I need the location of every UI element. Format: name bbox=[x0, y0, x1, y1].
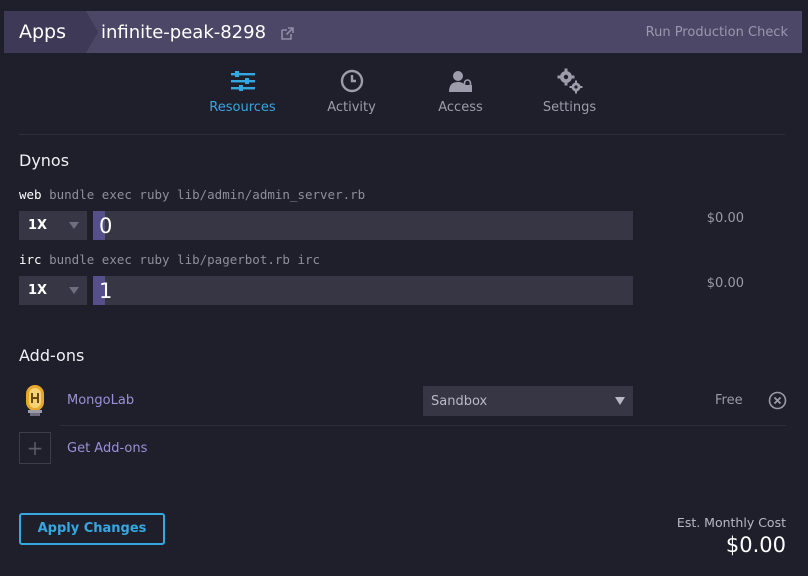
external-link-icon[interactable] bbox=[280, 25, 295, 40]
dyno-size-select-web[interactable]: 1X bbox=[19, 211, 87, 240]
addon-price: Free bbox=[715, 393, 743, 408]
gears-icon bbox=[557, 66, 583, 96]
dyno-quantity-slider-web[interactable]: 0 bbox=[93, 211, 633, 240]
chevron-down-icon bbox=[615, 397, 625, 405]
app-name: infinite-peak-8298 bbox=[95, 22, 295, 43]
est-monthly-cost-value: $0.00 bbox=[725, 533, 786, 557]
sliders-icon bbox=[230, 66, 256, 96]
addon-row-divider bbox=[60, 425, 786, 426]
plus-icon: + bbox=[26, 436, 44, 460]
dyno-price-web: $0.00 bbox=[706, 211, 744, 226]
chevron-down-icon bbox=[69, 222, 79, 229]
apply-changes-button[interactable]: Apply Changes bbox=[19, 513, 165, 545]
mongolab-icon bbox=[23, 385, 47, 417]
chevron-down-icon bbox=[69, 287, 79, 294]
dyno-size-select-irc[interactable]: 1X bbox=[19, 276, 87, 305]
tab-activity[interactable]: Activity bbox=[297, 66, 406, 115]
dyno-size-value: 1X bbox=[28, 283, 48, 298]
dyno-quantity-value: 0 bbox=[99, 213, 113, 238]
app-name-label: infinite-peak-8298 bbox=[101, 21, 267, 43]
dyno-command-web: web bundle exec ruby lib/admin/admin_ser… bbox=[19, 187, 365, 202]
tab-resources[interactable]: Resources bbox=[188, 66, 297, 115]
breadcrumb-apps[interactable]: Apps bbox=[4, 11, 98, 53]
dyno-command: bundle exec ruby lib/pagerbot.rb irc bbox=[49, 252, 321, 267]
tab-divider bbox=[19, 134, 785, 135]
app-header: Apps infinite-peak-8298 Run Production C… bbox=[4, 11, 802, 53]
breadcrumb-apps-label: Apps bbox=[19, 21, 67, 43]
clock-icon bbox=[340, 66, 364, 96]
tab-resources-label: Resources bbox=[209, 100, 276, 115]
tab-access-label: Access bbox=[438, 100, 483, 115]
tab-settings-label: Settings bbox=[542, 100, 597, 115]
dyno-price-irc: $0.00 bbox=[706, 276, 744, 291]
dyno-size-value: 1X bbox=[28, 218, 48, 233]
user-lock-icon bbox=[448, 66, 473, 96]
dyno-command-irc: irc bundle exec ruby lib/pagerbot.rb irc bbox=[19, 252, 320, 267]
tab-bar: Resources Activity Access Settings bbox=[188, 66, 624, 115]
dyno-quantity-slider-irc[interactable]: 1 bbox=[93, 276, 633, 305]
tab-activity-label: Activity bbox=[327, 100, 376, 115]
remove-addon-icon[interactable] bbox=[768, 391, 787, 410]
run-production-check-link[interactable]: Run Production Check bbox=[646, 25, 788, 40]
dyno-quantity-value: 1 bbox=[99, 278, 113, 303]
addon-plan-select[interactable]: Sandbox bbox=[423, 386, 633, 416]
dyno-type: irc bbox=[19, 252, 42, 267]
tab-access[interactable]: Access bbox=[406, 66, 515, 115]
addon-plan-value: Sandbox bbox=[431, 393, 488, 409]
dyno-type: web bbox=[19, 187, 42, 202]
addon-name-link[interactable]: MongoLab bbox=[67, 393, 134, 408]
est-monthly-cost-label: Est. Monthly Cost bbox=[676, 515, 786, 530]
breadcrumb-separator bbox=[86, 11, 98, 53]
tab-settings[interactable]: Settings bbox=[515, 66, 624, 115]
dyno-command: bundle exec ruby lib/admin/admin_server.… bbox=[49, 187, 366, 202]
get-addons-link[interactable]: Get Add-ons bbox=[67, 441, 147, 456]
add-addon-button[interactable]: + bbox=[19, 432, 51, 464]
addons-title: Add-ons bbox=[19, 346, 85, 365]
dynos-title: Dynos bbox=[19, 151, 70, 170]
